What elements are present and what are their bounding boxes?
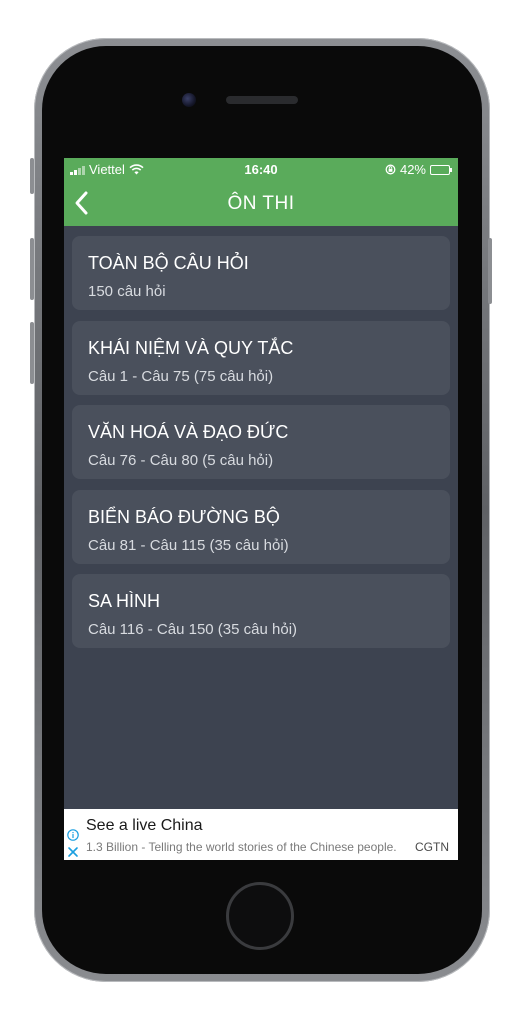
volume-down-button bbox=[30, 322, 34, 384]
topic-item-concepts-rules[interactable]: KHÁI NIỆM VÀ QUY TẮC Câu 1 - Câu 75 (75 … bbox=[72, 320, 450, 395]
topic-title: KHÁI NIỆM VÀ QUY TẮC bbox=[88, 337, 294, 358]
topic-item-culture-ethics[interactable]: VĂN HOÁ VÀ ĐẠO ĐỨC Câu 76 - Câu 80 (5 câ… bbox=[72, 405, 450, 479]
ad-description: 1.3 Billion - Telling the world stories … bbox=[86, 840, 397, 854]
topic-subtitle: Câu 81 - Câu 115 (35 câu hỏi) bbox=[88, 536, 289, 554]
topic-title: BIỂN BÁO ĐƯỜNG BỘ bbox=[88, 506, 280, 527]
ad-title: See a live China bbox=[86, 817, 203, 834]
mute-switch bbox=[30, 158, 34, 194]
topic-list: TOÀN BỘ CÂU HỎI 150 câu hỏi KHÁI NIỆM VÀ… bbox=[72, 236, 450, 659]
ad-banner[interactable]: See a live China 1.3 Billion - Telling t… bbox=[64, 809, 458, 860]
rotation-lock-icon bbox=[385, 164, 396, 175]
topic-title: SA HÌNH bbox=[88, 591, 161, 611]
status-bar: Viettel 16:40 42% bbox=[64, 158, 458, 180]
ad-brand: CGTN bbox=[415, 840, 449, 854]
topic-subtitle: Câu 1 - Câu 75 (75 câu hỏi) bbox=[88, 367, 274, 385]
nav-bar: ÔN THI bbox=[64, 180, 458, 226]
topic-item-all[interactable]: TOÀN BỘ CÂU HỎI 150 câu hỏi bbox=[72, 236, 450, 310]
power-button bbox=[488, 238, 492, 304]
ad-close-icon[interactable] bbox=[67, 846, 79, 858]
front-camera bbox=[182, 93, 196, 107]
ad-info-icon[interactable] bbox=[67, 829, 79, 841]
topic-item-road-signs[interactable]: BIỂN BÁO ĐƯỜNG BỘ Câu 81 - Câu 115 (35 c… bbox=[72, 489, 450, 564]
topic-title: TOÀN BỘ CÂU HỎI bbox=[88, 253, 249, 273]
status-right: 42% bbox=[385, 162, 452, 177]
topic-subtitle: Câu 116 - Câu 150 (35 câu hỏi) bbox=[88, 621, 298, 638]
home-button[interactable] bbox=[226, 882, 294, 950]
volume-up-button bbox=[30, 238, 34, 300]
app-screen: Viettel 16:40 42% ÔN THI TOÀN BỘ CÂU HỎI bbox=[64, 158, 458, 860]
earpiece-speaker bbox=[226, 96, 298, 104]
battery-percent: 42% bbox=[399, 162, 426, 177]
topic-subtitle: Câu 76 - Câu 80 (5 câu hỏi) bbox=[88, 452, 274, 469]
topic-subtitle: 150 câu hỏi bbox=[88, 283, 166, 300]
topic-item-situations[interactable]: SA HÌNH Câu 116 - Câu 150 (35 câu hỏi) bbox=[72, 574, 450, 648]
page-title: ÔN THI bbox=[227, 193, 295, 214]
battery-icon bbox=[430, 164, 452, 175]
topic-title: VĂN HOÁ VÀ ĐẠO ĐỨC bbox=[88, 422, 289, 442]
